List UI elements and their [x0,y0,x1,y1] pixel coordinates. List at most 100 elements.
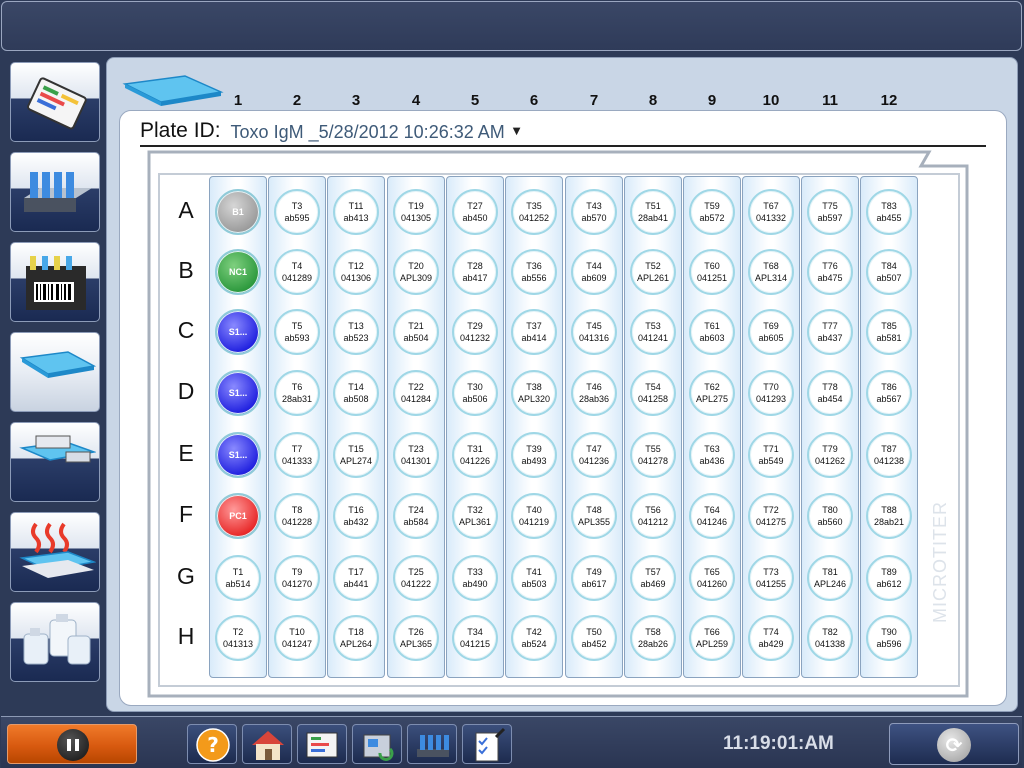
plate-well[interactable]: T57 ab469 [630,555,676,601]
plate-well[interactable]: T2 041313 [215,615,261,661]
checklist-button[interactable] [462,724,512,764]
plate-well[interactable]: T32 APL361 [452,493,498,539]
plate-well[interactable]: T77 ab437 [807,309,853,355]
plate-well[interactable]: T29 041232 [452,309,498,355]
plate-well[interactable]: T9 041270 [274,555,320,601]
plate-well[interactable]: T7 041333 [274,432,320,478]
plate-well[interactable]: T76 ab475 [807,249,853,295]
plate-well[interactable]: T42 ab524 [511,615,557,661]
plate-well[interactable]: PC1 [215,493,261,539]
plate-well[interactable]: T4 041289 [274,249,320,295]
plate-well[interactable]: T83 ab455 [866,189,912,235]
plate-well[interactable]: T49 ab617 [571,555,617,601]
plate-well[interactable]: T35 041252 [511,189,557,235]
plate-well[interactable]: T50 ab452 [571,615,617,661]
plate-well[interactable]: T15 APL274 [333,432,379,478]
plate-well[interactable]: T56 041212 [630,493,676,539]
plate-well[interactable]: T23 041301 [393,432,439,478]
plate-well[interactable]: T60 041251 [689,249,735,295]
plate-well[interactable]: T45 041316 [571,309,617,355]
plate-well[interactable]: T68 APL314 [748,249,794,295]
tube-rack-button[interactable] [407,724,457,764]
plate-well[interactable]: T71 ab549 [748,432,794,478]
plate-well[interactable]: T59 ab572 [689,189,735,235]
plate-well[interactable]: T39 ab493 [511,432,557,478]
plate-well[interactable]: T40 041219 [511,493,557,539]
plate-well[interactable]: T47 041236 [571,432,617,478]
plate-well[interactable]: T66 APL259 [689,615,735,661]
plate-well[interactable]: T31 041226 [452,432,498,478]
plate-well[interactable]: T72 041275 [748,493,794,539]
plate-well[interactable]: T89 ab612 [866,555,912,601]
help-button[interactable]: ? [187,724,237,764]
plate-well[interactable]: S1... [215,432,261,478]
plate-well[interactable]: T28 ab417 [452,249,498,295]
plate-well[interactable]: T44 ab609 [571,249,617,295]
plate-well[interactable]: T48 APL355 [571,493,617,539]
plate-well[interactable]: T16 ab432 [333,493,379,539]
plate-well[interactable]: T19 041305 [393,189,439,235]
plate-well[interactable]: T18 APL264 [333,615,379,661]
plate-well[interactable]: T69 ab605 [748,309,794,355]
plate-well[interactable]: T82 041338 [807,615,853,661]
plate-well[interactable]: T3 ab595 [274,189,320,235]
plate-well[interactable]: T65 041260 [689,555,735,601]
plate-well[interactable]: T22 041284 [393,370,439,416]
plate-well[interactable]: T64 041246 [689,493,735,539]
sidebar-item-barcode-rack[interactable] [10,242,100,322]
plate-well[interactable]: T53 041241 [630,309,676,355]
plate-well[interactable]: T43 ab570 [571,189,617,235]
plate-well[interactable]: T80 ab560 [807,493,853,539]
plate-well[interactable]: T30 ab506 [452,370,498,416]
plate-well[interactable]: NC1 [215,249,261,295]
plate-well[interactable]: T27 ab450 [452,189,498,235]
plate-well[interactable]: T85 ab581 [866,309,912,355]
plate-well[interactable]: T78 ab454 [807,370,853,416]
plate-well[interactable]: T58 28ab26 [630,615,676,661]
plate-well[interactable]: T52 APL261 [630,249,676,295]
plate-well[interactable]: T10 041247 [274,615,320,661]
plate-well[interactable]: T74 ab429 [748,615,794,661]
plate-well[interactable]: T25 041222 [393,555,439,601]
plate-well[interactable]: T17 ab441 [333,555,379,601]
plate-id-dropdown[interactable]: Toxo IgM _5/28/2012 10:26:32 AM [231,122,505,143]
plate-well[interactable]: T88 28ab21 [866,493,912,539]
plate-well[interactable]: T24 ab584 [393,493,439,539]
plate-well[interactable]: T84 ab507 [866,249,912,295]
plate-well[interactable]: T87 041238 [866,432,912,478]
plate-well[interactable]: T37 ab414 [511,309,557,355]
plate-well[interactable]: T81 APL246 [807,555,853,601]
plate-well[interactable]: T90 ab596 [866,615,912,661]
plate-well[interactable]: S1... [215,309,261,355]
plate-well[interactable]: T67 041332 [748,189,794,235]
pause-button[interactable] [7,724,137,764]
plate-well[interactable]: T41 ab503 [511,555,557,601]
plate-well[interactable]: T1 ab514 [215,555,261,601]
plate-well[interactable]: T12 041306 [333,249,379,295]
plate-well[interactable]: T79 041262 [807,432,853,478]
plate-well[interactable]: T75 ab597 [807,189,853,235]
plate-well[interactable]: T13 ab523 [333,309,379,355]
plate-well[interactable]: T33 ab490 [452,555,498,601]
plate-well[interactable]: T34 041215 [452,615,498,661]
plate-well[interactable]: T21 ab504 [393,309,439,355]
plate-well[interactable]: T70 041293 [748,370,794,416]
sidebar-item-washer[interactable] [10,422,100,502]
plate-well[interactable]: T26 APL365 [393,615,439,661]
plate-well[interactable]: T11 ab413 [333,189,379,235]
plate-well[interactable]: T63 ab436 [689,432,735,478]
plate-well[interactable]: T6 28ab31 [274,370,320,416]
plate-well[interactable]: T36 ab556 [511,249,557,295]
plate-well[interactable]: T61 ab603 [689,309,735,355]
plate-well[interactable]: T8 041228 [274,493,320,539]
plate-well[interactable]: T14 ab508 [333,370,379,416]
plate-well[interactable]: T46 28ab36 [571,370,617,416]
plate-well[interactable]: T62 APL275 [689,370,735,416]
plate-well[interactable]: T51 28ab41 [630,189,676,235]
plate-well[interactable]: T55 041278 [630,432,676,478]
home-button[interactable] [242,724,292,764]
sidebar-item-tubes[interactable] [10,152,100,232]
sidebar-item-incubator[interactable] [10,512,100,592]
instrument-button[interactable] [352,724,402,764]
sidebar-item-reports[interactable] [10,62,100,142]
